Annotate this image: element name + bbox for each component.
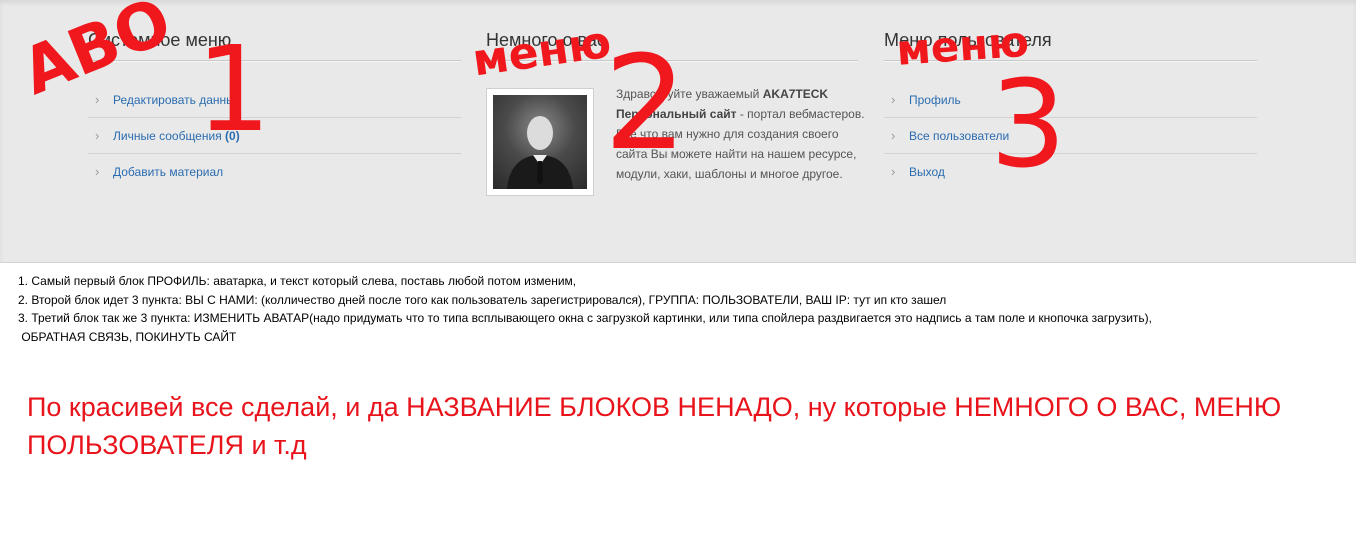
- red-note: По красивей все сделай, и да НАЗВАНИЕ БЛ…: [27, 392, 1282, 460]
- menu-item-all-users[interactable]: › Все пользователи: [884, 118, 1257, 154]
- profile-link[interactable]: Профиль: [909, 93, 961, 107]
- chevron-right-icon: ›: [891, 128, 896, 143]
- menu-item-logout[interactable]: › Выход: [884, 154, 1257, 189]
- instructions: 1. Самый первый блок ПРОФИЛЬ: аватарка, …: [18, 272, 1338, 346]
- user-menu-divider: [884, 60, 1257, 62]
- chevron-right-icon: ›: [891, 164, 896, 179]
- menu-item-profile[interactable]: › Профиль: [884, 82, 1257, 118]
- avatar[interactable]: [486, 88, 594, 196]
- logout-link[interactable]: Выход: [909, 165, 945, 179]
- chevron-right-icon: ›: [891, 92, 896, 107]
- edit-profile-link[interactable]: Редактировать данные: [113, 93, 241, 107]
- chevron-right-icon: ›: [95, 128, 100, 143]
- add-material-link[interactable]: Добавить материал: [113, 165, 223, 179]
- about-title: Немного о вас: [486, 30, 606, 50]
- user-menu-list: › Профиль › Все пользователи › Выход: [884, 82, 1257, 189]
- user-menu-title: Меню пользователя: [884, 30, 1052, 50]
- about-text: Здравствуйте уважаемый AKA7TECK Персонал…: [616, 84, 866, 184]
- system-menu-list: › Редактировать данные › Личные сообщени…: [88, 82, 461, 189]
- username: AKA7TECK: [762, 87, 829, 101]
- instruction-line-1: 1. Самый первый блок ПРОФИЛЬ: аватарка, …: [18, 274, 577, 288]
- site-name: Персональный сайт: [616, 107, 737, 121]
- menu-item-edit-profile[interactable]: › Редактировать данные: [88, 82, 461, 118]
- messages-label: Личные сообщения: [113, 129, 222, 143]
- system-menu-divider: [88, 60, 461, 62]
- menu-item-messages[interactable]: › Личные сообщения (0): [88, 118, 461, 154]
- instruction-line-3: 3. Третий блок так же 3 пункта: ИЗМЕНИТЬ…: [18, 311, 1153, 325]
- chevron-right-icon: ›: [95, 92, 100, 107]
- person-silhouette-icon: [507, 116, 573, 189]
- avatar-image: [493, 95, 587, 189]
- all-users-link[interactable]: Все пользователи: [909, 129, 1009, 143]
- instruction-line-4: ОБРАТНАЯ СВЯЗЬ, ПОКИНУТЬ САЙТ: [18, 329, 237, 344]
- instruction-line-2: 2. Второй блок идет 3 пункта: ВЫ С НАМИ:…: [18, 292, 947, 307]
- user-panel: Системное меню › Редактировать данные › …: [0, 0, 1356, 263]
- greeting-text: Здравствуйте уважаемый: [616, 87, 760, 101]
- about-divider: [486, 60, 858, 62]
- system-menu-title: Системное меню: [88, 30, 232, 50]
- messages-count: (0): [225, 129, 240, 143]
- menu-item-add-material[interactable]: › Добавить материал: [88, 154, 461, 189]
- messages-link[interactable]: Личные сообщения (0): [113, 129, 240, 143]
- chevron-right-icon: ›: [95, 164, 100, 179]
